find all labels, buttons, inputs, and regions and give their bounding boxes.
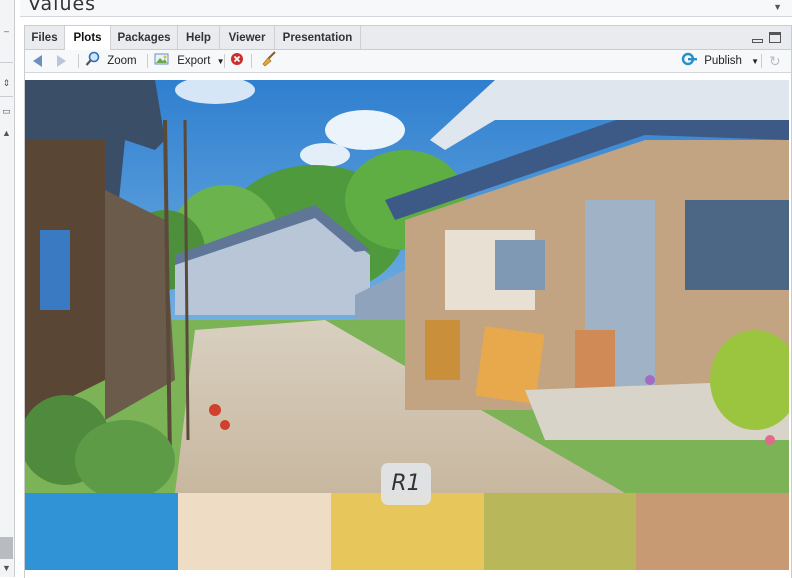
zoom-button[interactable]: Zoom xyxy=(85,50,137,72)
window-icon[interactable]: ▭ xyxy=(0,104,13,118)
palette-swatch-2 xyxy=(178,493,331,570)
tab-packages[interactable]: Packages xyxy=(111,26,178,49)
publish-label: Publish xyxy=(704,55,742,67)
divider xyxy=(147,54,148,68)
dropdown-caret-icon: ▼ xyxy=(751,57,760,66)
left-pane-edge: – ⇕ ▭ ▲ ▼ xyxy=(0,0,15,577)
export-label: Export xyxy=(177,55,211,67)
maximize-icon[interactable] xyxy=(769,32,781,43)
annotation-label: R1 xyxy=(381,463,431,505)
divider xyxy=(251,54,252,68)
divider xyxy=(761,54,762,68)
scroll-up-icon[interactable]: ▲ xyxy=(0,126,13,140)
plots-toolbar: Zoom Export ▼ Publish ▼ ↻ xyxy=(25,50,791,73)
palette-swatch-4 xyxy=(484,493,636,570)
tab-viewer[interactable]: Viewer xyxy=(220,26,275,49)
remove-plot-button[interactable] xyxy=(230,50,244,72)
zoom-label: Zoom xyxy=(107,55,137,67)
tab-plots[interactable]: Plots xyxy=(65,26,111,50)
remove-icon xyxy=(231,53,243,65)
divider xyxy=(78,54,79,68)
street-illustration xyxy=(25,80,789,500)
divider xyxy=(224,54,225,68)
palette-swatch-1 xyxy=(25,493,178,570)
tab-presentation[interactable]: Presentation xyxy=(275,26,361,49)
divider xyxy=(0,96,13,97)
refresh-icon[interactable]: ↻ xyxy=(769,50,781,72)
pane-tab-bar: Files Plots Packages Help Viewer Present… xyxy=(25,26,791,50)
export-button[interactable]: Export ▼ xyxy=(154,50,225,72)
broom-icon xyxy=(262,51,276,67)
collapse-icon[interactable]: – xyxy=(0,24,13,38)
plot-canvas: R1 xyxy=(25,80,789,570)
export-icon xyxy=(154,53,169,65)
publish-icon xyxy=(681,52,697,66)
values-title: Values xyxy=(28,0,97,15)
clear-all-button[interactable] xyxy=(261,50,277,72)
palette-swatch-5 xyxy=(636,493,789,570)
forward-arrow-icon[interactable] xyxy=(57,55,66,67)
publish-button[interactable]: Publish ▼ xyxy=(681,50,759,72)
sort-icon[interactable]: ⇕ xyxy=(0,76,13,90)
values-header: Values ▼ xyxy=(20,0,792,17)
plots-pane: Files Plots Packages Help Viewer Present… xyxy=(24,25,792,578)
tab-files[interactable]: Files xyxy=(25,26,65,49)
minimize-icon[interactable] xyxy=(752,39,763,43)
scroll-down-icon[interactable]: ▼ xyxy=(0,561,13,575)
chevron-down-icon[interactable]: ▼ xyxy=(773,2,782,12)
scrollbar-thumb[interactable] xyxy=(0,537,13,559)
back-arrow-icon[interactable] xyxy=(33,55,42,67)
tab-help[interactable]: Help xyxy=(178,26,220,49)
zoom-icon xyxy=(85,51,100,66)
divider xyxy=(0,62,13,63)
